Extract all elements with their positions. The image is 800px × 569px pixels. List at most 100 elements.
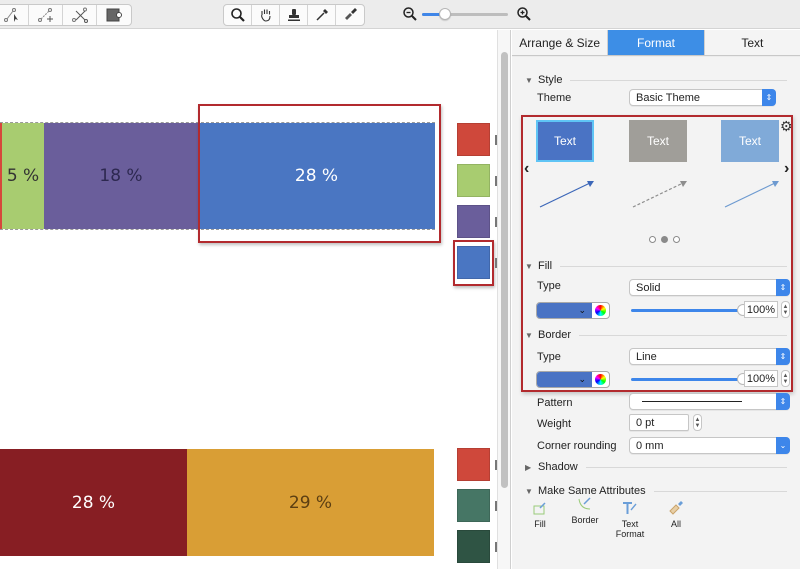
bar-segment-label: 5 % (6, 166, 40, 186)
legend-swatch[interactable] (457, 489, 490, 522)
legend-swatch[interactable] (457, 246, 490, 279)
weight-stepper[interactable]: ▲ ▼ (693, 414, 702, 431)
canvas-tools-group (223, 4, 365, 26)
eyedropper-tool-button[interactable] (308, 5, 336, 25)
divider (579, 334, 787, 336)
select-stepper-icon: ⇕ (762, 89, 776, 106)
page-indicator-dot[interactable] (673, 236, 680, 243)
fill-opacity-slider[interactable] (631, 304, 749, 316)
zoom-control (402, 6, 532, 22)
fill-color-well[interactable]: ⌄ (536, 302, 610, 319)
color-wheel-icon[interactable] (592, 372, 609, 387)
stacked-bar-bottom: 28 % 29 % (0, 449, 434, 556)
bar-segment[interactable]: 18 % (44, 123, 198, 229)
legend-swatch[interactable] (457, 530, 490, 563)
fill-section-header[interactable]: ▼ Fill (525, 260, 787, 272)
select-stepper-icon: ⇕ (776, 348, 790, 365)
scissors-path-icon (71, 7, 88, 23)
border-color-well[interactable]: ⌄ (536, 371, 610, 388)
chevron-right-icon[interactable]: › (784, 160, 789, 178)
color-wheel-icon[interactable] (592, 303, 609, 318)
fill-opacity-stepper[interactable]: ▲ ▼ (781, 301, 790, 318)
make-same-text-format-button[interactable]: Text Format (610, 500, 650, 539)
insert-shape-icon (106, 8, 122, 22)
border-color-swatch[interactable]: ⌄ (537, 372, 592, 387)
chevron-left-icon[interactable]: ‹ (524, 160, 529, 178)
gear-icon[interactable]: ⚙ (780, 118, 793, 135)
weight-label: Weight (537, 418, 572, 430)
make-same-border-label: Border (571, 515, 599, 525)
theme-select[interactable]: Basic Theme ⇕ (629, 89, 776, 106)
page-indicator-dot[interactable] (649, 236, 656, 243)
zoom-out-icon[interactable] (402, 6, 418, 22)
legend-swatch[interactable] (457, 205, 490, 238)
fill-type-select[interactable]: Solid ⇕ (629, 279, 790, 296)
fill-type-value: Solid (636, 281, 661, 294)
page-indicator-dot[interactable] (661, 236, 668, 243)
divider (560, 265, 787, 267)
border-opacity-field[interactable]: 100% (744, 370, 778, 387)
scrollbar-thumb[interactable] (501, 52, 508, 488)
style-section-header[interactable]: ▼ Style (525, 74, 787, 86)
divider (570, 79, 787, 81)
theme-style-card[interactable]: Text (536, 120, 594, 162)
select-stepper-icon: ⇕ (776, 279, 790, 296)
select-stepper-icon: ⇕ (776, 393, 790, 410)
bar-segment[interactable]: 29 % (187, 449, 434, 556)
theme-style-card[interactable]: Text (721, 120, 779, 162)
magnifier-icon (230, 8, 245, 22)
pattern-label: Pattern (537, 397, 573, 409)
zoom-slider[interactable] (422, 7, 508, 20)
stamp-tool-button[interactable] (280, 5, 308, 25)
divider (585, 466, 787, 468)
select-path-tool-button[interactable] (0, 5, 29, 25)
eyedropper-icon (315, 9, 328, 21)
make-same-all-button[interactable]: All (656, 500, 696, 529)
fill-color-swatch[interactable]: ⌄ (537, 303, 592, 318)
make-same-fill-label: Fill (534, 519, 546, 529)
zoom-tool-button[interactable] (224, 5, 252, 25)
insert-shape-tool-button[interactable] (97, 5, 131, 25)
cut-path-tool-button[interactable] (63, 5, 97, 25)
pattern-select[interactable]: ⇕ (629, 393, 790, 410)
legend-swatch[interactable] (457, 164, 490, 197)
theme-style-card[interactable]: Text (629, 120, 687, 162)
drawing-canvas[interactable]: 5 % 18 % 28 % 28 % 29 % (0, 30, 497, 569)
bar-segment[interactable]: 5 % (2, 123, 44, 229)
disclosure-closed-icon: ▶ (525, 462, 532, 472)
corner-rounding-label: Corner rounding (537, 440, 617, 452)
pan-tool-button[interactable] (252, 5, 280, 25)
connector-style-preview[interactable] (538, 177, 600, 211)
theme-card-label: Text (738, 134, 761, 148)
theme-label: Theme (537, 92, 572, 104)
make-same-fill-button[interactable]: Fill (520, 500, 560, 529)
border-opacity-slider[interactable] (631, 373, 749, 385)
tab-arrange-size[interactable]: Arrange & Size (512, 30, 609, 55)
format-painter-tool-button[interactable] (336, 5, 364, 25)
add-point-tool-button[interactable] (29, 5, 63, 25)
legend-swatch[interactable] (457, 448, 490, 481)
legend-swatch[interactable] (457, 123, 490, 156)
fill-opacity-field[interactable]: 100% (744, 301, 778, 318)
tab-format[interactable]: Format (608, 30, 705, 55)
zoom-in-icon[interactable] (516, 6, 532, 22)
zoom-slider-knob[interactable] (439, 7, 452, 20)
brush-all-icon (669, 501, 683, 515)
weight-field[interactable]: 0 pt (629, 414, 689, 431)
bar-segment-label: 28 % (294, 166, 339, 186)
shadow-section-header[interactable]: ▶ Shadow (525, 461, 787, 473)
hand-icon (260, 9, 271, 22)
corner-rounding-select[interactable]: 0 mm ⌄ (629, 437, 790, 454)
tab-text[interactable]: Text (705, 30, 800, 55)
path-tools-group (0, 4, 132, 26)
text-format-icon (623, 502, 637, 514)
canvas-vertical-scrollbar[interactable] (497, 30, 511, 569)
bar-segment[interactable]: 28 % (198, 123, 435, 229)
connector-style-preview[interactable] (631, 177, 693, 211)
border-type-select[interactable]: Line ⇕ (629, 348, 790, 365)
bar-segment[interactable]: 28 % (0, 449, 187, 556)
make-same-border-button[interactable]: Border (565, 496, 605, 525)
border-opacity-stepper[interactable]: ▲ ▼ (781, 370, 790, 387)
connector-style-preview[interactable] (723, 177, 785, 211)
border-section-header[interactable]: ▼ Border (525, 329, 787, 341)
